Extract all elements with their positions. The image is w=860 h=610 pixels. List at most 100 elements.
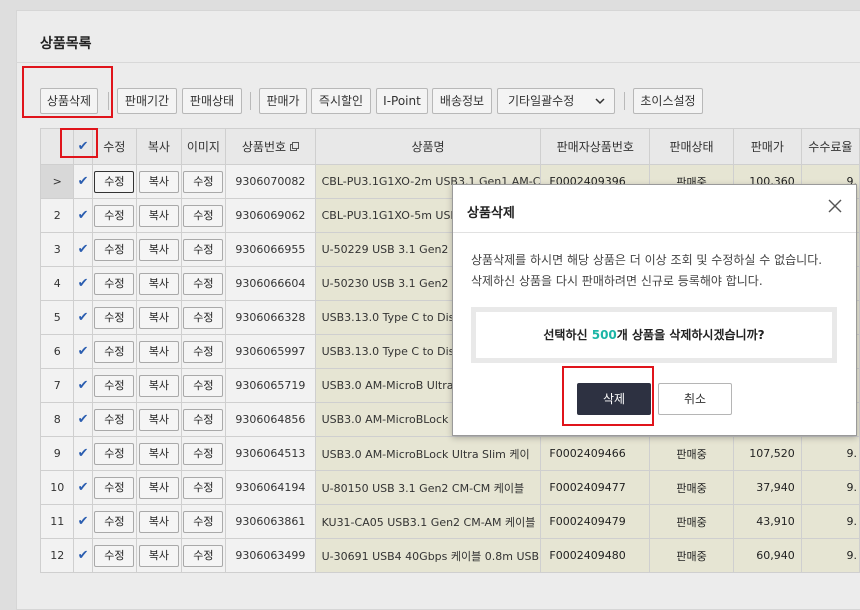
row-checkbox[interactable]: ✔ [73,164,93,199]
edit-button[interactable]: 수정 [94,374,135,397]
edit-button[interactable]: 수정 [94,442,135,465]
image-edit-button[interactable]: 수정 [183,306,224,329]
sale-price-button[interactable]: 판매가 [259,88,307,114]
sale-status-column-header: 판매상태 [649,128,734,165]
image-edit-button[interactable]: 수정 [183,340,224,363]
seller-product-no-column-header: 판매자상품번호 [540,128,651,165]
sale-period-button[interactable]: 판매기간 [117,88,177,114]
image-edit-button[interactable]: 수정 [183,442,224,465]
edit-cell: 수정 [91,164,138,199]
copy-icon [286,140,299,154]
row-checkbox[interactable]: ✔ [73,198,93,233]
table-row[interactable]: 12 ✔ 수정 복사 수정 9306063499 U-30691 USB4 40Gbps 케… [39,538,860,573]
row-checkbox[interactable]: ✔ [73,504,93,539]
ipoint-button[interactable]: I-Point [376,88,428,114]
row-checkbox[interactable]: ✔ [73,232,93,267]
edit-cell: 수정 [91,538,138,573]
image-cell: 수정 [180,368,227,403]
row-checkbox[interactable]: ✔ [73,266,93,301]
row-checkbox[interactable]: ✔ [73,436,93,471]
copy-button[interactable]: 복사 [138,204,179,227]
edit-button[interactable]: 수정 [94,408,135,431]
image-edit-button[interactable]: 수정 [183,204,224,227]
confirm-suffix: 개 상품을 삭제하시겠습니까? [616,328,765,342]
checkmark-icon: ✔ [77,242,89,257]
image-cell: 수정 [180,300,227,335]
copy-cell: 복사 [136,368,182,403]
image-cell: 수정 [180,470,227,505]
row-number: 12 [39,538,75,573]
product-no-column-header[interactable]: 상품번호 [225,128,316,165]
product-no: 9306066604 [225,266,316,301]
product-name: USB3.0 AM-MicroBLock Ultra Slim 케이 [314,436,542,471]
copy-button[interactable]: 복사 [138,238,179,261]
edit-cell: 수정 [91,198,138,233]
checkmark-icon: ✔ [77,344,89,359]
table-row[interactable]: 9 ✔ 수정 복사 수정 9306064513 USB3.0 AM-MicroBLock U… [39,436,860,471]
edit-button[interactable]: 수정 [94,544,135,567]
image-edit-button[interactable]: 수정 [183,272,224,295]
edit-button[interactable]: 수정 [94,476,135,499]
copy-button[interactable]: 복사 [138,170,179,193]
product-no: 9306063861 [225,504,316,539]
seller-product-no: F0002409479 [540,504,651,539]
row-number: 8 [39,402,75,437]
image-cell: 수정 [180,232,227,267]
edit-button[interactable]: 수정 [94,238,135,261]
row-checkbox[interactable]: ✔ [73,334,93,369]
copy-button[interactable]: 복사 [138,408,179,431]
sale-status-button[interactable]: 판매상태 [182,88,242,114]
row-checkbox[interactable]: ✔ [73,538,93,573]
image-cell: 수정 [180,504,227,539]
copy-button[interactable]: 복사 [138,306,179,329]
price-column-header: 판매가 [732,128,802,165]
close-icon[interactable] [826,197,844,215]
copy-button[interactable]: 복사 [138,272,179,295]
row-checkbox[interactable]: ✔ [73,402,93,437]
copy-button[interactable]: 복사 [138,510,179,533]
image-cell: 수정 [180,334,227,369]
table-row[interactable]: 11 ✔ 수정 복사 수정 9306063861 KU31-CA05 USB3.1 Gen2… [39,504,860,539]
image-edit-button[interactable]: 수정 [183,476,224,499]
row-checkbox[interactable]: ✔ [73,470,93,505]
edit-button[interactable]: 수정 [94,170,135,193]
fee-rate: 9. [800,538,860,573]
choice-settings-button[interactable]: 초이스설정 [633,88,703,114]
edit-button[interactable]: 수정 [94,272,135,295]
copy-button[interactable]: 복사 [138,442,179,465]
row-checkbox[interactable]: ✔ [73,368,93,403]
image-edit-button[interactable]: 수정 [183,544,224,567]
table-row[interactable]: 10 ✔ 수정 복사 수정 9306064194 U-80150 USB 3.1 Gen2 … [39,470,860,505]
image-edit-button[interactable]: 수정 [183,238,224,261]
edit-button[interactable]: 수정 [94,340,135,363]
fee-rate: 9. [800,470,860,505]
copy-button[interactable]: 복사 [138,476,179,499]
fee-rate-column-header: 수수료율 [800,128,860,165]
row-checkbox[interactable]: ✔ [73,300,93,335]
copy-cell: 복사 [136,538,182,573]
sale-status: 판매중 [649,538,734,573]
copy-button[interactable]: 복사 [138,374,179,397]
instant-discount-button[interactable]: 즉시할인 [311,88,371,114]
shipping-info-button[interactable]: 배송정보 [432,88,492,114]
edit-button[interactable]: 수정 [94,510,135,533]
copy-button[interactable]: 복사 [138,544,179,567]
seller-product-no: F0002409477 [540,470,651,505]
image-edit-button[interactable]: 수정 [183,374,224,397]
checkmark-icon: ✔ [77,276,89,291]
product-no: 9306063499 [225,538,316,573]
edit-button[interactable]: 수정 [94,204,135,227]
row-number: 11 [39,504,75,539]
image-edit-button[interactable]: 수정 [183,408,224,431]
image-cell: 수정 [180,436,227,471]
edit-button[interactable]: 수정 [94,306,135,329]
image-edit-button[interactable]: 수정 [183,170,224,193]
bulk-edit-select[interactable]: 기타일괄수정 [497,88,615,114]
copy-button[interactable]: 복사 [138,340,179,363]
dialog-divider [453,232,856,233]
row-number: 2 [39,198,75,233]
image-edit-button[interactable]: 수정 [183,510,224,533]
row-number: 6 [39,334,75,369]
cancel-button[interactable]: 취소 [658,383,732,415]
product-no: 9306066955 [225,232,316,267]
